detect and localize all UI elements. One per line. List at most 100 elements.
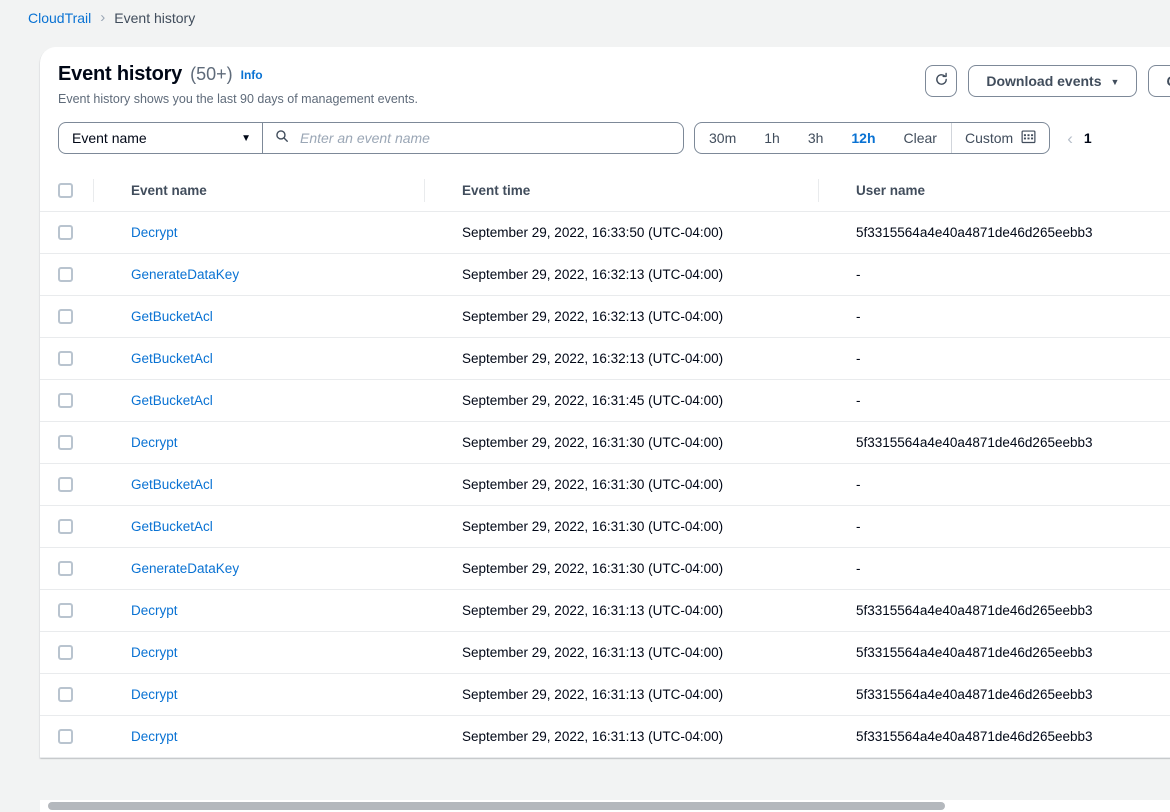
breadcrumb-current-event-history: Event history [114, 10, 196, 26]
cell-event-name: GetBucketAcl [112, 463, 443, 506]
download-events-button[interactable]: Download events ▼ [968, 65, 1138, 97]
column-header-event-time[interactable]: Event time [424, 170, 837, 212]
row-checkbox[interactable] [58, 687, 73, 702]
row-checkbox[interactable] [58, 267, 73, 282]
cell-event-name: GetBucketAcl [112, 505, 443, 548]
event-name-link[interactable]: GetBucketAcl [131, 351, 213, 366]
row-select-cell [40, 337, 112, 380]
filter-property-select[interactable]: Event name ▼ [58, 122, 263, 154]
table-row[interactable]: GetBucketAcl September 29, 2022, 16:31:30… [40, 505, 1170, 548]
event-name-link[interactable]: Decrypt [131, 687, 178, 702]
table-row[interactable]: GetBucketAcl September 29, 2022, 16:31:45… [40, 379, 1170, 422]
time-range-3h[interactable]: 3h [794, 123, 838, 153]
filter-bar: Event name ▼ 30m 1h 3h 12h Clear Custom [40, 106, 1170, 170]
search-input[interactable] [298, 129, 671, 147]
table-row[interactable]: Decrypt September 29, 2022, 16:31:13 (UTC… [40, 673, 1170, 716]
panel-header-text: Event history (50+) Info Event history s… [58, 63, 925, 106]
row-select-cell [40, 211, 112, 254]
cell-event-time: September 29, 2022, 16:31:13 (UTC-04:00) [443, 631, 837, 674]
cell-event-time: September 29, 2022, 16:32:13 (UTC-04:00) [443, 295, 837, 338]
row-checkbox[interactable] [58, 645, 73, 660]
event-name-link[interactable]: Decrypt [131, 435, 178, 450]
horizontal-scrollbar-track[interactable] [40, 800, 1170, 812]
cell-event-time: September 29, 2022, 16:31:13 (UTC-04:00) [443, 589, 837, 632]
event-name-link[interactable]: GetBucketAcl [131, 393, 213, 408]
time-range-clear[interactable]: Clear [890, 123, 951, 153]
table-row[interactable]: GetBucketAcl September 29, 2022, 16:32:13… [40, 337, 1170, 380]
cell-event-time: September 29, 2022, 16:31:30 (UTC-04:00) [443, 505, 837, 548]
event-name-link[interactable]: Decrypt [131, 729, 178, 744]
create-trail-button[interactable]: Cr [1148, 65, 1170, 97]
cell-event-time: September 29, 2022, 16:31:45 (UTC-04:00) [443, 379, 837, 422]
cell-user-name: - [837, 505, 1170, 548]
event-name-link[interactable]: Decrypt [131, 603, 178, 618]
row-select-cell [40, 589, 112, 632]
cell-user-name: - [837, 379, 1170, 422]
table-row[interactable]: Decrypt September 29, 2022, 16:31:13 (UTC… [40, 715, 1170, 758]
event-name-link[interactable]: Decrypt [131, 645, 178, 660]
event-name-link[interactable]: GetBucketAcl [131, 309, 213, 324]
cell-event-time: September 29, 2022, 16:31:30 (UTC-04:00) [443, 547, 837, 590]
table-row[interactable]: GenerateDataKey September 29, 2022, 16:31… [40, 547, 1170, 590]
cell-user-name: - [837, 253, 1170, 296]
row-checkbox[interactable] [58, 603, 73, 618]
table-row[interactable]: GetBucketAcl September 29, 2022, 16:32:13… [40, 295, 1170, 338]
search-box[interactable] [263, 122, 684, 154]
table-row[interactable]: GenerateDataKey September 29, 2022, 16:32… [40, 253, 1170, 296]
table-row[interactable]: Decrypt September 29, 2022, 16:31:13 (UTC… [40, 589, 1170, 632]
event-name-link[interactable]: GenerateDataKey [131, 267, 239, 282]
panel-header: Event history (50+) Info Event history s… [40, 47, 1170, 106]
row-checkbox[interactable] [58, 225, 73, 240]
event-name-link[interactable]: GetBucketAcl [131, 519, 213, 534]
select-all-checkbox[interactable] [58, 183, 73, 198]
cell-event-name: GenerateDataKey [112, 253, 443, 296]
event-name-link[interactable]: GenerateDataKey [131, 561, 239, 576]
events-table: Event name Event time User name Decrypt S… [40, 170, 1170, 758]
row-checkbox[interactable] [58, 309, 73, 324]
column-header-event-name[interactable]: Event name [93, 170, 443, 212]
table-row[interactable]: Decrypt September 29, 2022, 16:33:50 (UTC… [40, 211, 1170, 254]
row-checkbox[interactable] [58, 435, 73, 450]
cell-event-name: Decrypt [112, 421, 443, 464]
cell-user-name: 5f3315564a4e40a4871de46d265eebb3 [837, 715, 1170, 758]
row-checkbox[interactable] [58, 351, 73, 366]
time-range-1h[interactable]: 1h [750, 123, 794, 153]
event-name-link[interactable]: GetBucketAcl [131, 477, 213, 492]
time-range-group: 30m 1h 3h 12h Clear Custom [694, 122, 1051, 154]
time-range-custom[interactable]: Custom [950, 123, 1049, 153]
cell-user-name: - [837, 547, 1170, 590]
time-range-30m[interactable]: 30m [695, 123, 750, 153]
row-checkbox[interactable] [58, 393, 73, 408]
cell-event-time: September 29, 2022, 16:33:50 (UTC-04:00) [443, 211, 837, 254]
row-select-cell [40, 631, 112, 674]
time-range-12h[interactable]: 12h [837, 123, 889, 153]
row-checkbox[interactable] [58, 477, 73, 492]
info-link[interactable]: Info [241, 68, 263, 82]
horizontal-scrollbar-thumb[interactable] [48, 802, 945, 810]
panel-subtitle: Event history shows you the last 90 days… [58, 92, 418, 106]
pagination: ‹ 1 [1062, 130, 1091, 147]
row-select-cell [40, 379, 112, 422]
row-select-cell [40, 547, 112, 590]
row-select-cell [40, 673, 112, 716]
breadcrumb-separator-icon: › [100, 8, 106, 26]
cell-event-name: GetBucketAcl [112, 379, 443, 422]
table-row[interactable]: Decrypt September 29, 2022, 16:31:30 (UTC… [40, 421, 1170, 464]
table-row[interactable]: Decrypt September 29, 2022, 16:31:13 (UTC… [40, 631, 1170, 674]
column-header-user-name[interactable]: User name [818, 170, 1170, 212]
table-row[interactable]: GetBucketAcl September 29, 2022, 16:31:30… [40, 463, 1170, 506]
row-checkbox[interactable] [58, 729, 73, 744]
row-checkbox[interactable] [58, 561, 73, 576]
breadcrumb: CloudTrail › Event history [0, 0, 1170, 36]
event-name-link[interactable]: Decrypt [131, 225, 178, 240]
refresh-button[interactable] [925, 65, 958, 97]
breadcrumb-link-cloudtrail[interactable]: CloudTrail [28, 10, 91, 26]
row-checkbox[interactable] [58, 519, 73, 534]
events-table-head: Event name Event time User name [40, 170, 1170, 212]
row-select-cell [40, 253, 112, 296]
cell-event-time: September 29, 2022, 16:31:30 (UTC-04:00) [443, 421, 837, 464]
pagination-page-1[interactable]: 1 [1084, 130, 1092, 146]
refresh-icon [934, 72, 949, 90]
cell-user-name: 5f3315564a4e40a4871de46d265eebb3 [837, 211, 1170, 254]
pagination-prev-icon[interactable]: ‹ [1062, 130, 1078, 147]
